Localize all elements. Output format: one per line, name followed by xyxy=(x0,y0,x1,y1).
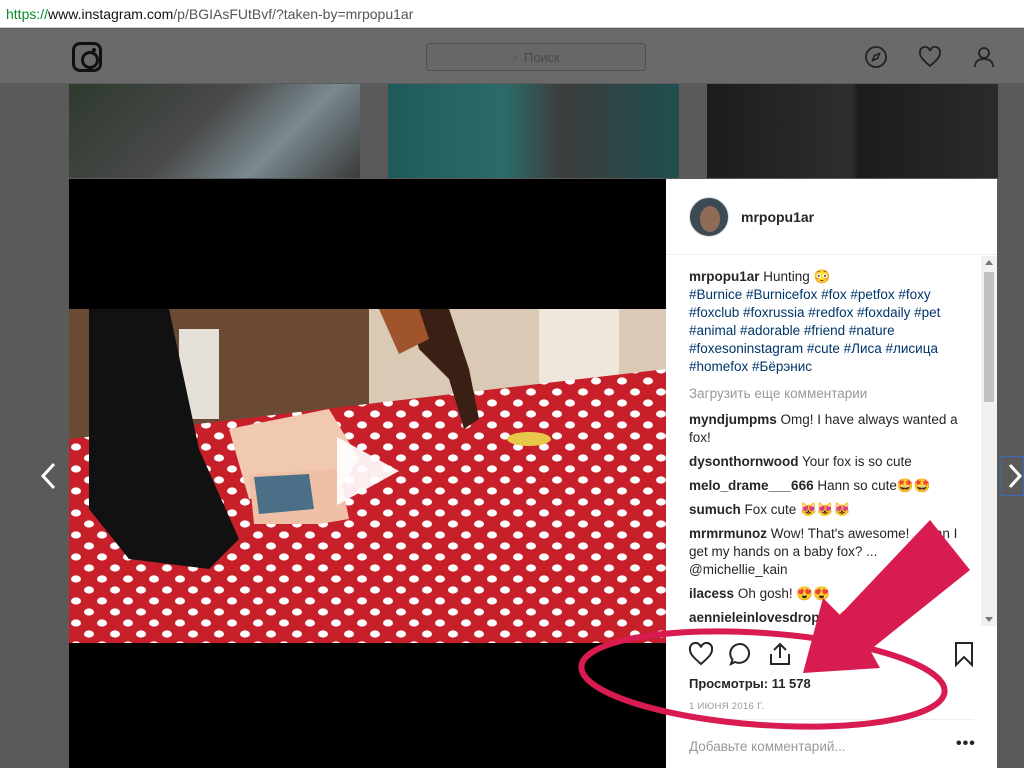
heart-icon[interactable] xyxy=(918,45,942,69)
comment-text: Hann so cute🤩🤩 xyxy=(817,478,931,493)
next-post-button[interactable] xyxy=(1001,456,1024,496)
search-placeholder: Поиск xyxy=(523,49,560,65)
comment-username[interactable]: melo_drame___666 xyxy=(689,478,814,493)
scroll-up-icon[interactable] xyxy=(985,260,993,265)
comment-item: melo_drame___666 Hann so cute🤩🤩 xyxy=(689,477,967,495)
play-icon[interactable] xyxy=(337,437,399,505)
comment-text: Oh gosh! 😍😍 xyxy=(737,586,830,601)
instagram-logo-icon[interactable] xyxy=(72,42,102,72)
caption-username[interactable]: mrpopu1ar xyxy=(689,269,760,284)
scroll-thumb[interactable] xyxy=(984,272,994,402)
post-date: 1 ИЮНЯ 2016 Г. xyxy=(689,701,765,712)
comment-list[interactable]: mrpopu1ar Hunting 😳 #Burnice #Burnicefox… xyxy=(666,256,997,626)
comment-item: mrmrmunoz Wow! That's awesome! ... can I… xyxy=(689,525,967,579)
chevron-right-icon xyxy=(1008,463,1023,489)
post-sidebar: mrpopu1ar mrpopu1ar Hunting 😳 #Burnice #… xyxy=(666,179,997,768)
search-input[interactable]: ⌕ Поиск xyxy=(426,43,646,71)
comment-username[interactable]: mrmrmunoz xyxy=(689,526,767,541)
heart-outline-icon[interactable] xyxy=(688,641,714,667)
comments-scrollbar[interactable] xyxy=(981,256,997,626)
speech-bubble-icon[interactable] xyxy=(728,641,754,667)
comment-username[interactable]: myndjumpms xyxy=(689,412,777,427)
comment-text: Fox cute 😻😻😻 xyxy=(744,502,851,517)
address-bar[interactable]: https://www.instagram.com/p/BGIAsFUtBvf/… xyxy=(0,0,1024,28)
comment-item: dysonthornwood Your fox is so cute xyxy=(689,453,967,471)
url-host: www.instagram.com xyxy=(48,5,174,22)
avatar[interactable] xyxy=(689,196,729,237)
grid-photo[interactable] xyxy=(69,84,360,178)
post-header: mrpopu1ar xyxy=(666,179,997,255)
comment-item: ilacess Oh gosh! 😍😍 xyxy=(689,585,967,603)
instagram-top-nav: ⌕ Поиск xyxy=(0,29,1024,83)
compass-icon[interactable] xyxy=(864,45,888,69)
video-frame[interactable] xyxy=(69,309,666,643)
view-count: Просмотры: 11 578 xyxy=(689,676,811,691)
post-media[interactable] xyxy=(69,179,666,768)
comment-text: ... 😍😍 xyxy=(823,610,872,625)
url-path: /p/BGIAsFUtBvf/?taken-by=mrpopu1ar xyxy=(173,5,414,22)
chevron-left-icon[interactable] xyxy=(40,462,56,490)
comment-username[interactable]: dysonthornwood xyxy=(689,454,798,469)
comment-username[interactable]: ilacess xyxy=(689,586,734,601)
post-username[interactable]: mrpopu1ar xyxy=(741,209,814,225)
comment-username[interactable]: aennieleinlovesdrop xyxy=(689,610,820,625)
search-icon: ⌕ xyxy=(512,49,519,64)
bookmark-icon[interactable] xyxy=(951,641,977,667)
comment-item: sumuch Fox cute 😻😻😻 xyxy=(689,501,967,519)
comment-item: aennieleinlovesdrop ... 😍😍 xyxy=(689,609,967,626)
post-actions xyxy=(666,637,997,673)
comment-text: Your fox is so cute xyxy=(802,454,912,469)
caption-hashtags[interactable]: #Burnice #Burnicefox #fox #petfox #foxy … xyxy=(689,286,967,376)
comment-item: myndjumpms Omg! I have always wanted a f… xyxy=(689,411,967,447)
add-comment-input[interactable]: Добавьте комментарий... xyxy=(689,739,846,754)
more-options-button[interactable]: ••• xyxy=(956,735,976,753)
url-scheme: https:// xyxy=(6,5,49,22)
comment-username[interactable]: sumuch xyxy=(689,502,741,517)
grid-photo[interactable] xyxy=(707,84,998,178)
scroll-down-icon[interactable] xyxy=(985,617,993,622)
divider xyxy=(689,719,974,720)
caption-text: Hunting 😳 xyxy=(763,269,831,284)
load-more-comments-link[interactable]: Загрузить еще комментарии xyxy=(689,385,967,403)
person-icon[interactable] xyxy=(972,45,996,69)
caption: mrpopu1ar Hunting 😳 #Burnice #Burnicefox… xyxy=(689,268,967,376)
grid-photo[interactable] xyxy=(388,84,679,178)
share-icon[interactable] xyxy=(767,641,793,667)
